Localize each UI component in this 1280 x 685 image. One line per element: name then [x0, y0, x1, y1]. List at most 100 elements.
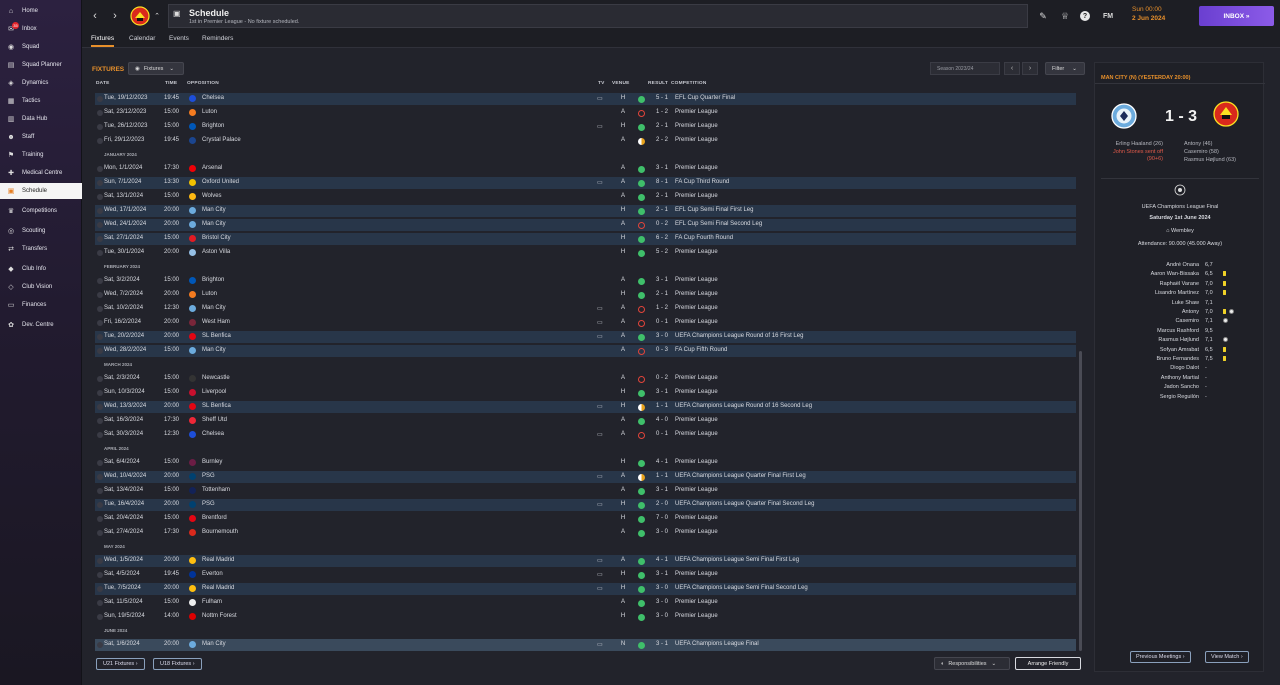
fixture-opponent[interactable]: Fulham — [202, 599, 222, 605]
fixture-select-radio[interactable] — [97, 306, 103, 312]
fixture-row[interactable]: Sat, 3/2/2024 15:00 Brighton A 3 - 1 Premier … — [95, 275, 1076, 287]
view-match-button[interactable]: View Match › — [1205, 651, 1249, 663]
col-header-date[interactable]: DATE — [96, 81, 110, 86]
fixture-opponent[interactable]: Bristol City — [202, 235, 231, 241]
lineup-player-row[interactable]: Lisandro Martínez 7,0 — [1095, 290, 1265, 299]
tab-fixtures[interactable]: Fixtures — [91, 35, 115, 47]
club-switch-chevron-icon[interactable]: ⌃ — [150, 9, 164, 23]
fixture-row[interactable]: Tue, 26/12/2023 15:00 Brighton ▭ H 2 - 1 Premi… — [95, 121, 1076, 133]
sidebar-item-scouting[interactable]: ◎ Scouting — [0, 223, 82, 239]
fixture-row[interactable]: Sat, 20/4/2024 15:00 Brentford H 7 - 0 Premie… — [95, 513, 1076, 525]
lineup-player-row[interactable]: Aaron Wan-Bissaka 6,5 — [1095, 271, 1265, 280]
fixture-select-radio[interactable] — [97, 558, 103, 564]
fixture-select-radio[interactable] — [97, 572, 103, 578]
season-selector[interactable]: Season 2023/24 — [930, 62, 1000, 75]
fixture-row[interactable]: Sat, 13/1/2024 15:00 Wolves A 2 - 1 Premier L… — [95, 191, 1076, 203]
fixture-select-radio[interactable] — [97, 348, 103, 354]
fixture-select-radio[interactable] — [97, 320, 103, 326]
fixtures-view-dropdown[interactable]: ◉ Fixtures ⌄ — [128, 62, 184, 75]
fixture-select-radio[interactable] — [97, 390, 103, 396]
fixture-row[interactable]: Wed, 28/2/2024 15:00 Man City A 0 - 3 FA Cup … — [95, 345, 1076, 357]
col-header-tv[interactable]: TV — [598, 81, 605, 86]
sidebar-item-staff[interactable]: ☻ Staff — [0, 129, 82, 145]
fixture-row[interactable]: Sat, 16/3/2024 17:30 Sheff Utd A 4 - 0 Premie… — [95, 415, 1076, 427]
fixture-row[interactable]: Sat, 27/4/2024 17:30 Bournemouth A 3 - 0 Prem… — [95, 527, 1076, 539]
prev-page-icon[interactable]: ‹ — [1004, 62, 1020, 75]
tab-calendar[interactable]: Calendar — [129, 35, 155, 45]
sidebar-item-inbox[interactable]: ✉ Inbox 35 — [0, 21, 82, 37]
fixture-row[interactable]: Fri, 29/12/2023 19:45 Crystal Palace A 2 - 2… — [95, 135, 1076, 147]
fixture-select-radio[interactable] — [97, 124, 103, 130]
sidebar-item-squad-planner[interactable]: ▤ Squad Planner — [0, 57, 82, 73]
fixture-row[interactable]: Wed, 10/4/2024 20:00 PSG ▭ A 1 - 1 UEFA Champi… — [95, 471, 1076, 483]
fixture-row[interactable]: Tue, 30/1/2024 20:00 Aston Villa H 5 - 2 Prem… — [95, 247, 1076, 259]
col-header-time[interactable]: TIME — [165, 81, 177, 86]
fixture-row[interactable]: Sun, 19/5/2024 14:00 Nottm Forest H 3 - 0 Pre… — [95, 611, 1076, 623]
fixture-select-radio[interactable] — [97, 208, 103, 214]
fixture-select-radio[interactable] — [97, 404, 103, 410]
sidebar-item-dev-centre[interactable]: ✿ Dev. Centre — [0, 317, 82, 333]
arrange-friendly-button[interactable]: Arrange Friendly — [1015, 657, 1081, 670]
sidebar-item-schedule[interactable]: ▣ Schedule — [0, 183, 82, 199]
fixture-select-radio[interactable] — [97, 194, 103, 200]
col-header-competition[interactable]: COMPETITION — [671, 81, 707, 86]
lineup-player-row[interactable]: Rasmus Højlund 7,1 — [1095, 337, 1265, 346]
col-header-result[interactable]: RESULT — [648, 81, 668, 86]
fixture-row[interactable]: Sat, 23/12/2023 15:00 Luton A 1 - 2 Premier L… — [95, 107, 1076, 119]
fixture-opponent[interactable]: Tottenham — [202, 487, 230, 493]
sidebar-item-dynamics[interactable]: ◈ Dynamics — [0, 75, 82, 91]
fixture-opponent[interactable]: Liverpool — [202, 389, 226, 395]
lineup-player-row[interactable]: Raphaël Varane 7,0 — [1095, 280, 1265, 290]
lineup-player-row[interactable]: Diogo Dalot - — [1095, 365, 1265, 374]
sidebar-item-competitions[interactable]: ♛ Competitions — [0, 203, 82, 219]
tab-reminders[interactable]: Reminders — [202, 35, 233, 45]
fixture-row[interactable]: Sat, 2/3/2024 15:00 Newcastle A 0 - 2 Premier… — [95, 373, 1076, 385]
fixture-opponent[interactable]: Newcastle — [202, 375, 230, 381]
fixture-opponent[interactable]: Chelsea — [202, 95, 224, 101]
fixture-opponent[interactable]: Brighton — [202, 123, 224, 129]
sidebar-item-finances[interactable]: ▭ Finances — [0, 297, 82, 313]
fixture-opponent[interactable]: Arsenal — [202, 165, 222, 171]
fixture-opponent[interactable]: Everton — [202, 571, 223, 577]
fixture-row[interactable]: Wed, 17/1/2024 20:00 Man City H 2 - 1 EFL Cup… — [95, 205, 1076, 217]
fixture-opponent[interactable]: SL Benfica — [202, 403, 231, 409]
fixture-row[interactable]: Sun, 7/1/2024 13:30 Oxford United ▭ A 8 - 1 FA… — [95, 177, 1076, 189]
fixture-row[interactable]: Tue, 7/5/2024 20:00 Real Madrid ▭ H 3 - 0 UEFA… — [95, 583, 1076, 595]
fixture-select-radio[interactable] — [97, 474, 103, 480]
fixture-select-radio[interactable] — [97, 516, 103, 522]
lineup-player-row[interactable]: Marcus Rashford 9,5 — [1095, 328, 1265, 337]
fixture-opponent[interactable]: Burnley — [202, 459, 222, 465]
forward-arrow-icon[interactable]: › — [108, 9, 122, 23]
fixture-opponent[interactable]: Aston Villa — [202, 249, 230, 255]
fixture-row[interactable]: Sat, 30/3/2024 12:30 Chelsea ▭ A 0 - 1 Premier… — [95, 429, 1076, 441]
fixture-select-radio[interactable] — [97, 530, 103, 536]
fixture-select-radio[interactable] — [97, 586, 103, 592]
fixture-select-radio[interactable] — [97, 250, 103, 256]
fixture-row[interactable]: Sat, 10/2/2024 12:30 Man City ▭ A 1 - 2 Premie… — [95, 303, 1076, 315]
sidebar-item-medical-centre[interactable]: ✚ Medical Centre — [0, 165, 82, 181]
trophy-cabinet-icon[interactable]: ♕ — [1059, 10, 1071, 22]
sidebar-item-club-vision[interactable]: ◇ Club Vision — [0, 279, 82, 295]
tab-events[interactable]: Events — [169, 35, 189, 45]
sidebar-item-tactics[interactable]: ▦ Tactics — [0, 93, 82, 109]
fixture-row[interactable]: Tue, 20/2/2024 20:00 SL Benfica ▭ A 3 - 0 UEFA… — [95, 331, 1076, 343]
fixture-opponent[interactable]: West Ham — [202, 319, 230, 325]
fixture-opponent[interactable]: Luton — [202, 109, 217, 115]
fixture-opponent[interactable]: Man City — [202, 221, 226, 227]
lineup-player-row[interactable]: Sofyan Amrabat 6,5 — [1095, 346, 1265, 356]
fixture-opponent[interactable]: PSG — [202, 501, 215, 507]
back-arrow-icon[interactable]: ‹ — [88, 9, 102, 23]
fixture-select-radio[interactable] — [97, 502, 103, 508]
fm-menu-icon[interactable]: FM — [1099, 10, 1117, 22]
fixture-opponent[interactable]: Chelsea — [202, 431, 224, 437]
fixture-opponent[interactable]: Real Madrid — [202, 557, 234, 563]
previous-meetings-button[interactable]: Previous Meetings › — [1130, 651, 1191, 663]
fixture-row[interactable]: Sat, 11/5/2024 15:00 Fulham A 3 - 0 Premier L… — [95, 597, 1076, 609]
fixture-row[interactable]: Sun, 10/3/2024 15:00 Liverpool H 3 - 1 Premie… — [95, 387, 1076, 399]
fixture-opponent[interactable]: SL Benfica — [202, 333, 231, 339]
fixture-row[interactable]: Wed, 1/5/2024 20:00 Real Madrid ▭ A 4 - 1 UEFA… — [95, 555, 1076, 567]
fixture-select-radio[interactable] — [97, 292, 103, 298]
fixture-row[interactable]: Mon, 1/1/2024 17:30 Arsenal A 3 - 1 Premier L… — [95, 163, 1076, 175]
edit-pen-icon[interactable]: ✎ — [1037, 10, 1049, 22]
fixture-select-radio[interactable] — [97, 418, 103, 424]
